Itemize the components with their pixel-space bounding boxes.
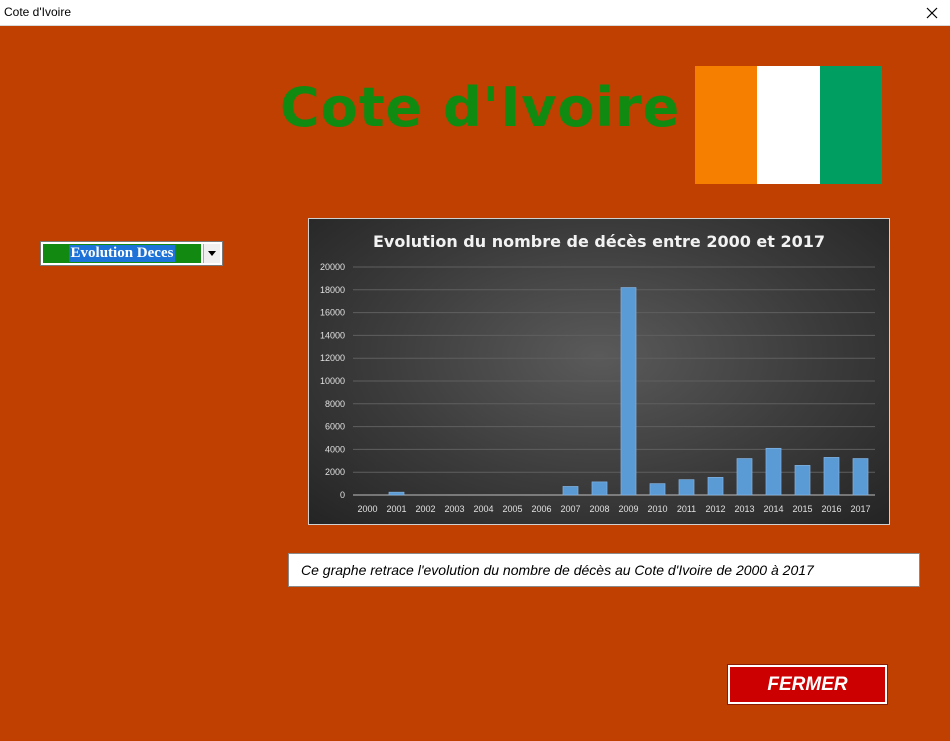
chart-caption-text: Ce graphe retrace l'evolution du nombre … (301, 562, 814, 578)
x-tick-label: 2006 (531, 504, 551, 514)
x-tick-label: 2003 (444, 504, 464, 514)
bar-2015 (794, 465, 811, 496)
title-bar: Cote d'Ivoire (0, 0, 950, 26)
chevron-down-icon (208, 251, 216, 256)
chart-svg: Evolution du nombre de décès entre 2000 … (320, 232, 875, 514)
x-tick-label: 2004 (473, 504, 493, 514)
y-tick-label: 0 (340, 490, 345, 500)
flag-band-white (757, 66, 820, 184)
chart-title: Evolution du nombre de décès entre 2000 … (373, 232, 825, 251)
country-flag-image (695, 66, 882, 184)
dropdown-arrow-button[interactable] (203, 244, 220, 263)
x-tick-label: 2014 (763, 504, 783, 514)
y-tick-label: 2000 (325, 467, 345, 477)
bar-2011 (678, 479, 695, 496)
x-tick-label: 2011 (677, 504, 696, 514)
x-tick-label: 2000 (357, 504, 377, 514)
dropdown-selected-value: Evolution Deces (68, 245, 176, 262)
bar-2014 (765, 447, 782, 496)
flag-band-green (819, 66, 882, 184)
form-body: Cote d'Ivoire Evolution Deces Evolution … (0, 26, 950, 741)
bar-2001 (388, 491, 405, 496)
y-tick-label: 8000 (325, 399, 345, 409)
dropdown-field[interactable]: Evolution Deces (43, 244, 201, 263)
window-close-button[interactable] (914, 0, 950, 25)
y-tick-label: 14000 (320, 330, 345, 340)
bar-2010 (649, 483, 666, 496)
x-tick-label: 2012 (705, 504, 725, 514)
bar-2007 (562, 486, 579, 496)
bar-2009 (620, 287, 637, 496)
x-tick-label: 2009 (618, 504, 638, 514)
bar-2013 (736, 458, 753, 496)
y-tick-label: 20000 (320, 262, 345, 272)
x-tick-label: 2017 (850, 504, 870, 514)
x-tick-label: 2010 (647, 504, 667, 514)
bar-2017 (852, 458, 869, 496)
y-tick-label: 6000 (325, 422, 345, 432)
x-tick-label: 2002 (415, 504, 435, 514)
chart-caption-textbox[interactable]: Ce graphe retrace l'evolution du nombre … (288, 553, 920, 587)
x-tick-label: 2007 (560, 504, 580, 514)
window-title: Cote d'Ivoire (4, 5, 71, 19)
y-tick-label: 10000 (320, 376, 345, 386)
chart-type-dropdown[interactable]: Evolution Deces (40, 241, 223, 266)
y-tick-label: 4000 (325, 444, 345, 454)
y-tick-label: 12000 (320, 353, 345, 363)
flag-band-orange (695, 66, 758, 184)
y-tick-label: 16000 (320, 308, 345, 318)
y-tick-label: 18000 (320, 285, 345, 295)
bar-2012 (707, 477, 724, 496)
x-tick-label: 2008 (589, 504, 609, 514)
x-tick-label: 2005 (502, 504, 522, 514)
bar-2016 (823, 457, 840, 496)
x-tick-label: 2016 (821, 504, 841, 514)
x-tick-label: 2015 (792, 504, 812, 514)
bar-2008 (591, 481, 608, 496)
x-tick-label: 2001 (386, 504, 406, 514)
page-title: Cote d'Ivoire (280, 76, 681, 139)
x-tick-label: 2013 (734, 504, 754, 514)
close-icon (926, 7, 938, 18)
fermer-button[interactable]: FERMER (727, 664, 888, 705)
deaths-chart: Evolution du nombre de décès entre 2000 … (308, 218, 890, 525)
